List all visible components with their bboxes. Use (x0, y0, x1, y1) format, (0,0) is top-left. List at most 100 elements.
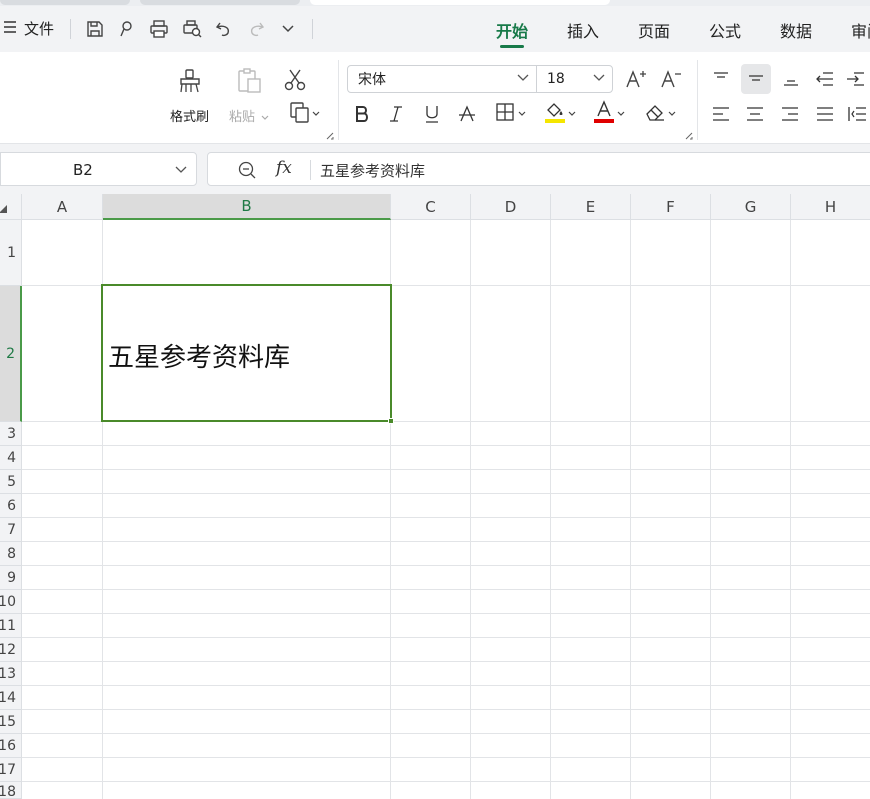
row-header-15[interactable]: 15 (0, 710, 22, 734)
zoom-icon[interactable] (238, 161, 256, 179)
column-header-a[interactable]: A (22, 194, 103, 220)
print-preview-icon[interactable] (180, 17, 204, 41)
row-number: 4 (7, 449, 16, 466)
redo-icon[interactable] (244, 17, 268, 41)
file-menu-label: 文件 (24, 20, 55, 38)
decrease-indent-icon[interactable] (812, 66, 838, 92)
grid-line (470, 220, 471, 799)
fill-handle[interactable] (388, 418, 394, 424)
row-header-9[interactable]: 9 (0, 566, 22, 590)
tab-insert[interactable]: 插入 (567, 18, 599, 42)
row-header-11[interactable]: 11 (0, 614, 22, 638)
row-header-5[interactable]: 5 (0, 470, 22, 494)
column-header-g[interactable]: G (711, 194, 791, 220)
underline-icon[interactable] (420, 102, 444, 126)
justify-icon[interactable] (812, 102, 838, 126)
clear-format-button[interactable] (640, 102, 680, 126)
font-name-select[interactable]: 宋体 (347, 65, 537, 93)
fx-icon[interactable]: fx (276, 158, 292, 178)
grid-line (22, 589, 870, 590)
grid-line (630, 220, 631, 799)
font-color-button[interactable] (590, 100, 628, 128)
chevron-down-icon[interactable] (276, 17, 300, 41)
align-right-icon[interactable] (777, 102, 803, 126)
window-tab[interactable] (140, 0, 300, 5)
undo-icon[interactable] (212, 17, 236, 41)
row-header-2[interactable]: 2 (0, 286, 22, 422)
strikethrough-icon[interactable] (455, 102, 479, 126)
format-painter-label[interactable]: 格式刷 (170, 106, 209, 125)
fill-bucket-icon (544, 100, 566, 128)
scissors-icon[interactable] (282, 66, 308, 94)
align-left-icon[interactable] (708, 102, 734, 126)
decrease-font-size-icon[interactable] (658, 66, 684, 92)
clipboard-launcher-icon[interactable] (326, 132, 334, 140)
grid-line (22, 637, 870, 638)
row-header-1[interactable]: 1 (0, 220, 22, 286)
row-header-12[interactable]: 12 (0, 638, 22, 662)
font-size-select[interactable]: 18 (536, 65, 613, 93)
bold-icon[interactable] (350, 102, 374, 126)
row-header-14[interactable]: 14 (0, 686, 22, 710)
paste-label[interactable]: 粘贴 (229, 106, 269, 125)
spreadsheet-grid[interactable]: A B C D E F G H 1 2 3 4 5 6 7 8 9 10 11 … (0, 194, 870, 799)
row-header-16[interactable]: 16 (0, 734, 22, 758)
row-number: 18 (0, 784, 16, 799)
divider (312, 19, 313, 39)
row-header-7[interactable]: 7 (0, 518, 22, 542)
format-painter-icon[interactable] (176, 66, 206, 96)
increase-indent-icon[interactable] (846, 66, 870, 92)
name-box[interactable]: B2 (0, 152, 197, 186)
tab-home[interactable]: 开始 (496, 18, 528, 48)
column-header-f[interactable]: F (631, 194, 711, 220)
copy-button[interactable] (284, 102, 324, 126)
borders-button[interactable] (492, 102, 530, 126)
row-header-17[interactable]: 17 (0, 758, 22, 782)
align-top-icon[interactable] (708, 66, 734, 92)
export-pdf-icon[interactable] (115, 17, 139, 41)
grid-line (22, 733, 870, 734)
grid-line (22, 517, 870, 518)
align-middle-icon[interactable] (741, 64, 771, 94)
copy-icon (288, 101, 312, 127)
window-tab-active[interactable] (310, 0, 610, 5)
select-all-corner[interactable] (0, 194, 22, 220)
distributed-align-icon[interactable] (848, 102, 870, 126)
align-center-icon[interactable] (742, 102, 768, 126)
row-header-13[interactable]: 13 (0, 662, 22, 686)
row-header-4[interactable]: 4 (0, 446, 22, 470)
tab-page[interactable]: 页面 (638, 18, 670, 42)
align-bottom-icon[interactable] (778, 66, 804, 92)
row-header-10[interactable]: 10 (0, 590, 22, 614)
italic-icon[interactable] (384, 102, 408, 126)
save-icon[interactable] (83, 17, 107, 41)
hamburger-icon (4, 20, 16, 38)
fill-color-button[interactable] (541, 100, 579, 128)
grid-line (22, 613, 870, 614)
formula-input[interactable]: fx 五星参考资料库 (207, 152, 870, 186)
tab-data[interactable]: 数据 (780, 18, 812, 42)
column-header-c[interactable]: C (391, 194, 471, 220)
window-tab[interactable] (0, 0, 130, 5)
row-header-18[interactable]: 18 (0, 782, 22, 799)
print-icon[interactable] (147, 17, 171, 41)
column-header-b[interactable]: B (103, 194, 391, 220)
grid-line (22, 493, 870, 494)
column-header-d[interactable]: D (471, 194, 551, 220)
column-header-e[interactable]: E (551, 194, 631, 220)
active-cell-selection[interactable] (101, 284, 394, 424)
file-menu-button[interactable]: 文件 (4, 18, 54, 39)
row-number: 14 (0, 689, 16, 706)
row-header-3[interactable]: 3 (0, 422, 22, 446)
row-number: 17 (0, 761, 16, 778)
row-number: 6 (7, 497, 16, 514)
tab-review[interactable]: 审阅 (851, 18, 870, 42)
row-header-8[interactable]: 8 (0, 542, 22, 566)
font-launcher-icon[interactable] (685, 132, 693, 140)
grid-line (22, 709, 870, 710)
row-header-6[interactable]: 6 (0, 494, 22, 518)
increase-font-size-icon[interactable] (623, 66, 649, 92)
tab-formulas[interactable]: 公式 (709, 18, 741, 42)
column-header-h[interactable]: H (791, 194, 870, 220)
paste-icon[interactable] (234, 66, 264, 96)
